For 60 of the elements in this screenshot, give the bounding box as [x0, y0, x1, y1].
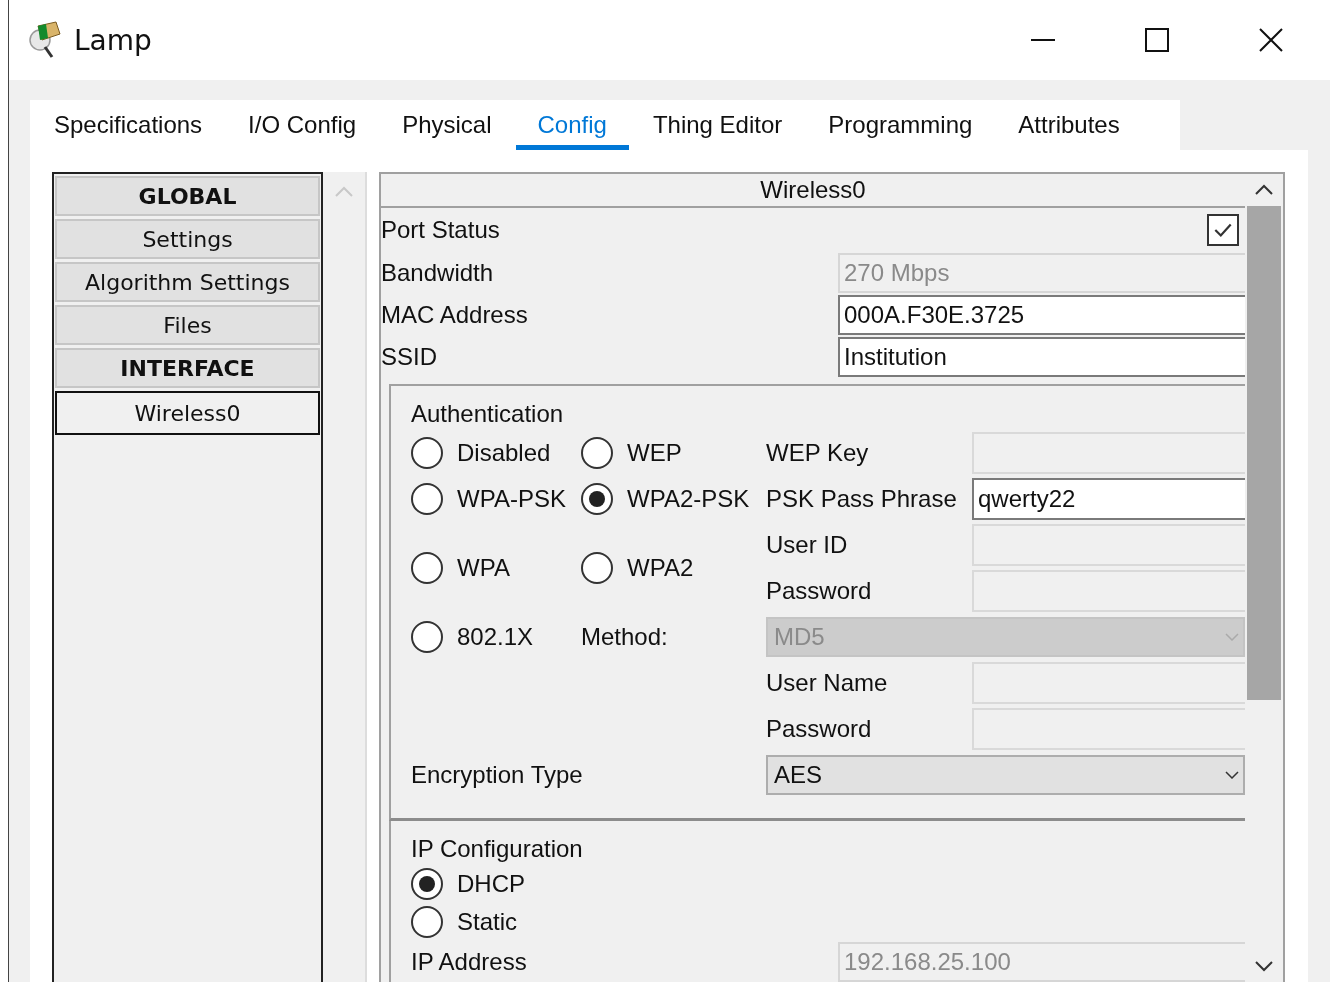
- field-label: IP Address: [411, 948, 528, 976]
- radio-button[interactable]: [411, 906, 443, 938]
- caret-icon: [1225, 633, 1239, 641]
- field-label: User Name: [766, 669, 889, 697]
- radio-label: WPA-PSK: [457, 485, 566, 513]
- sidebar-item[interactable]: Algorithm Settings: [55, 262, 320, 302]
- input-field[interactable]: Institution: [838, 337, 1245, 377]
- field-label: User ID: [766, 531, 849, 559]
- radio-button[interactable]: [581, 437, 613, 469]
- radio-label: DHCP: [457, 870, 525, 898]
- tab[interactable]: Programming: [806, 100, 995, 150]
- radio-button[interactable]: [411, 437, 443, 469]
- radio-label: WPA: [457, 554, 510, 582]
- sidebar-item[interactable]: Files: [55, 305, 320, 345]
- input-field[interactable]: qwerty22: [972, 478, 1245, 520]
- radio-label: WPA2-PSK: [627, 485, 750, 513]
- radio-button[interactable]: [581, 483, 613, 515]
- tab[interactable]: Attributes: [996, 100, 1142, 150]
- radio-button[interactable]: [411, 868, 443, 900]
- close-icon[interactable]: [1258, 27, 1284, 53]
- window-title: Lamp: [74, 23, 152, 57]
- field-label: MAC Address: [381, 301, 529, 329]
- scroll-up-icon[interactable]: [1254, 184, 1274, 196]
- maximize-icon[interactable]: [1144, 27, 1170, 53]
- sidebar-header[interactable]: GLOBAL: [55, 176, 320, 216]
- radio-button[interactable]: [581, 552, 613, 584]
- field-label: PSK Pass Phrase: [766, 485, 958, 513]
- field-label: WEP Key: [766, 439, 870, 467]
- tab[interactable]: Physical: [380, 100, 514, 150]
- section-title: IP Configuration: [411, 835, 584, 864]
- field-label: Encryption Type: [411, 761, 584, 789]
- tab[interactable]: Thing Editor: [630, 100, 805, 150]
- radio-label: Static: [457, 908, 518, 936]
- sidebar-item[interactable]: Wireless0: [55, 391, 320, 435]
- scrollbar[interactable]: [323, 172, 367, 982]
- radio-button[interactable]: [411, 483, 443, 515]
- tab[interactable]: I/O Config: [226, 100, 379, 150]
- radio-button[interactable]: [411, 552, 443, 584]
- field-label: Method:: [581, 623, 669, 651]
- sidebar-item[interactable]: Settings: [55, 219, 320, 259]
- section-title: Authentication: [411, 400, 565, 429]
- field-label: SSID: [381, 343, 438, 371]
- radio-label: 802.1X: [457, 623, 534, 651]
- radio-label: Disabled: [457, 439, 551, 467]
- field-label: Password: [766, 577, 873, 605]
- scrollbar-thumb[interactable]: [1247, 206, 1281, 700]
- radio-button[interactable]: [411, 621, 443, 653]
- checkbox[interactable]: [1207, 214, 1239, 246]
- tab[interactable]: Specifications: [32, 100, 225, 150]
- sidebar-header[interactable]: INTERFACE: [55, 348, 320, 388]
- caret-icon: [1225, 771, 1239, 779]
- radio-label: WEP: [627, 439, 682, 467]
- panel-title: Wireless0: [381, 174, 1245, 208]
- field-label: Bandwidth: [381, 259, 495, 287]
- scroll-down-icon[interactable]: [1254, 960, 1274, 972]
- field-label: Password: [766, 715, 873, 743]
- radio-label: WPA2: [627, 554, 694, 582]
- input-field[interactable]: 000A.F30E.3725: [838, 295, 1245, 335]
- dropdown[interactable]: AES: [766, 755, 1245, 795]
- field-label: Port Status: [381, 216, 501, 244]
